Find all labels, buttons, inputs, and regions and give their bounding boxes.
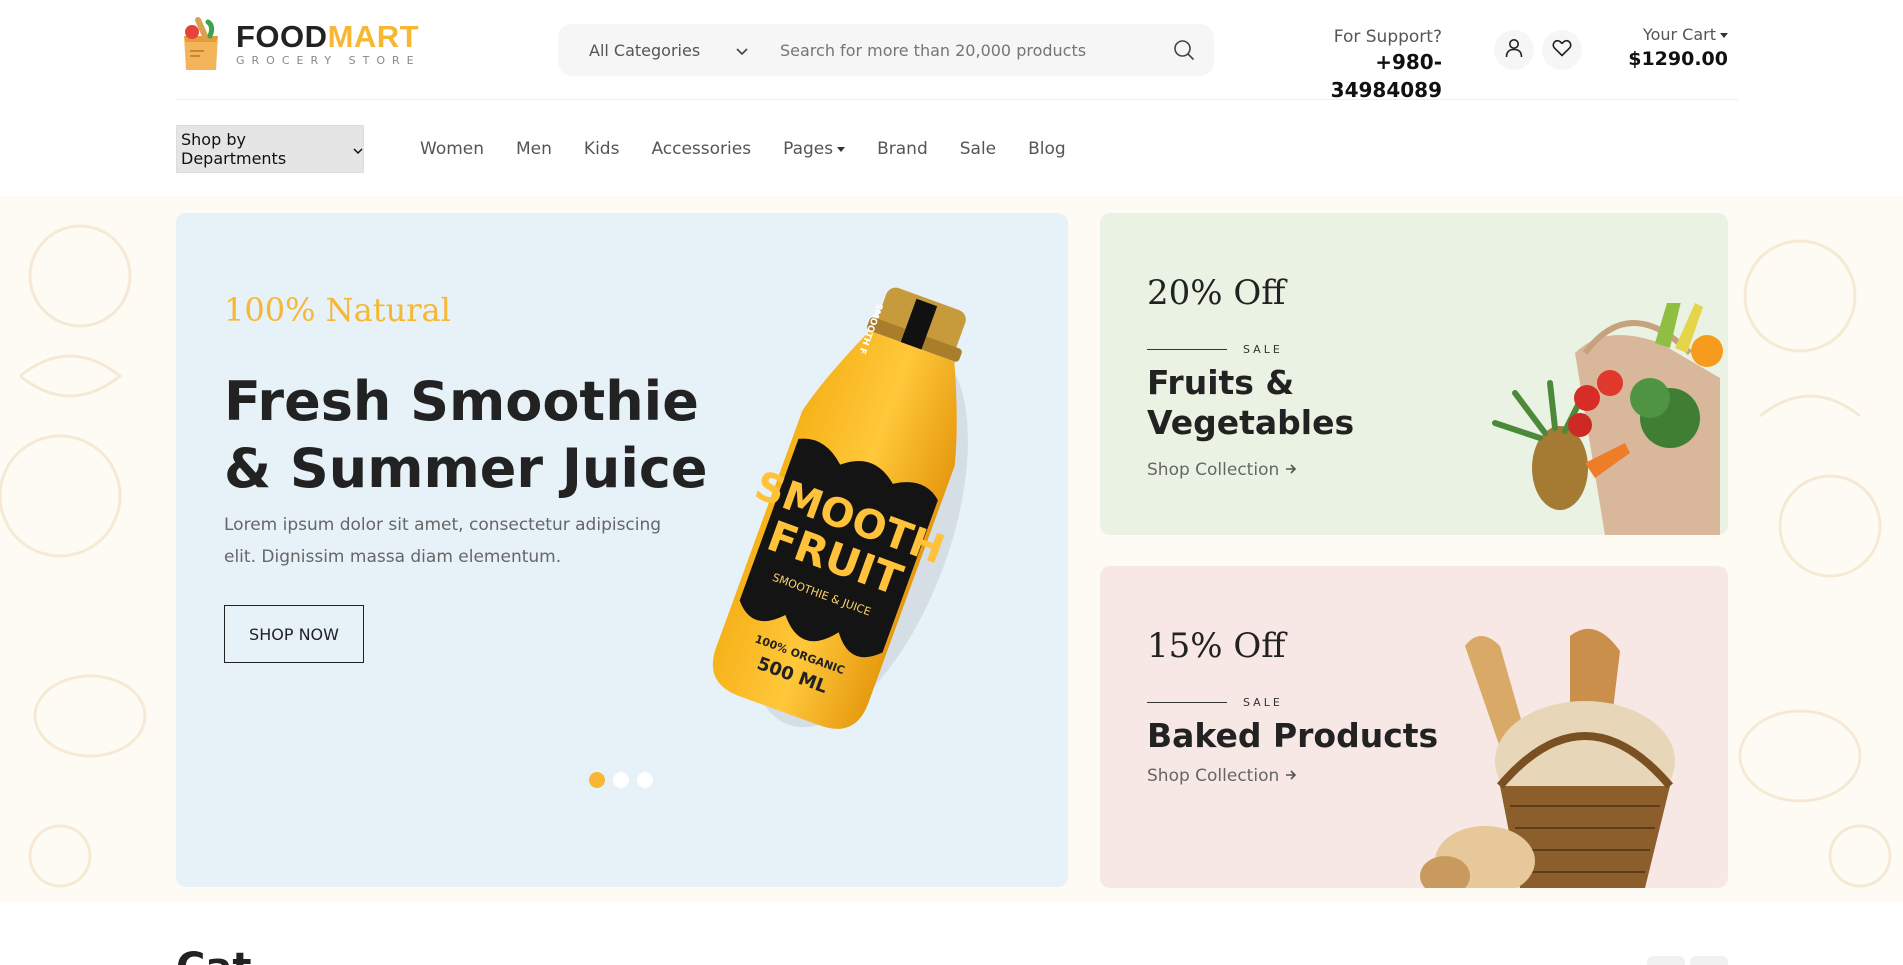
hero-tagline: 100% Natural xyxy=(224,291,451,329)
support-label: For Support? xyxy=(1333,27,1442,47)
promo-sale-label: SALE xyxy=(1243,696,1283,709)
slider-dot-2[interactable] xyxy=(613,772,629,788)
section-title: Cat xyxy=(176,948,251,965)
arrow-right-icon xyxy=(1285,766,1297,786)
bread-basket-image xyxy=(1420,606,1720,888)
promo-sale-row: SALE xyxy=(1147,343,1283,356)
carousel-prev-button[interactable] xyxy=(1647,956,1685,965)
account-button[interactable] xyxy=(1494,30,1534,70)
hero-slider: 100% Natural Fresh Smoothie & Summer Jui… xyxy=(176,213,1068,887)
promo-banner-fruits-vegetables: 20% Off SALE Fruits & Vegetables Shop Co… xyxy=(1100,213,1728,535)
chevron-down-icon xyxy=(736,41,748,60)
vegetable-bag-image xyxy=(1455,293,1725,535)
juice-bottle-image: SMOOTH FRUIT SMOOTHIE & JUICE 100% ORGAN… xyxy=(686,273,1016,743)
promo-title: Fruits & Vegetables xyxy=(1147,363,1355,442)
logo[interactable]: FOODMART GROCERY STORE xyxy=(178,14,423,74)
support-phone[interactable]: +980-34984089 xyxy=(1282,48,1442,104)
shop-collection-link[interactable]: Shop Collection xyxy=(1147,766,1297,786)
nav-link-kids[interactable]: Kids xyxy=(584,138,620,160)
slider-dot-1[interactable] xyxy=(589,772,605,788)
search-bar: All Categories xyxy=(558,24,1214,76)
nav-link-brand[interactable]: Brand xyxy=(877,138,928,160)
slider-dots xyxy=(589,772,661,788)
caret-down-icon xyxy=(1720,33,1728,38)
promo-banner-baked-products: 15% Off SALE Baked Products Shop Collect… xyxy=(1100,566,1728,888)
search-icon[interactable] xyxy=(1154,39,1214,61)
user-icon xyxy=(1504,38,1524,62)
promo-discount: 15% Off xyxy=(1147,626,1286,666)
slider-dot-3[interactable] xyxy=(637,772,653,788)
promo-title: Baked Products xyxy=(1147,716,1439,755)
support-info: For Support? +980-34984089 xyxy=(1282,26,1442,104)
promo-sale-row: SALE xyxy=(1147,696,1283,709)
departments-label: Shop by Departments xyxy=(181,130,287,168)
wishlist-button[interactable] xyxy=(1542,30,1582,70)
nav-link-women[interactable]: Women xyxy=(420,138,484,160)
nav-link-men[interactable]: Men xyxy=(516,138,552,160)
hero-headline: Fresh Smoothie & Summer Juice xyxy=(224,370,708,500)
nav-link-sale[interactable]: Sale xyxy=(960,138,996,160)
chevron-down-icon xyxy=(353,140,363,159)
category-select[interactable]: All Categories xyxy=(558,41,768,60)
arrow-right-icon xyxy=(1285,460,1297,480)
nav-links: Women Men Kids Accessories Pages Brand S… xyxy=(420,138,1098,160)
shop-collection-link[interactable]: Shop Collection xyxy=(1147,460,1297,480)
site-header: FOODMART GROCERY STORE All Categories Fo… xyxy=(0,0,1903,102)
hero-description: Lorem ipsum dolor sit amet, consectetur … xyxy=(224,515,662,567)
nav-link-pages[interactable]: Pages xyxy=(783,138,846,160)
category-select-label: All Categories xyxy=(589,40,701,60)
heart-icon xyxy=(1552,39,1572,61)
grocery-bag-icon xyxy=(178,16,224,72)
carousel-next-button[interactable] xyxy=(1690,956,1728,965)
cart-summary[interactable]: Your Cart $1290.00 xyxy=(1628,24,1728,72)
caret-down-icon xyxy=(837,146,846,152)
cart-label: Your Cart xyxy=(1628,24,1728,46)
logo-tagline: GROCERY STORE xyxy=(236,54,421,67)
nav-link-blog[interactable]: Blog xyxy=(1028,138,1066,160)
promo-sale-label: SALE xyxy=(1243,343,1283,356)
search-input[interactable] xyxy=(768,40,1154,60)
shop-now-button[interactable]: SHOP NOW xyxy=(224,605,364,663)
logo-name: FOODMART xyxy=(236,19,420,54)
main-nav: Shop by Departments Women Men Kids Acces… xyxy=(0,100,1903,196)
promo-discount: 20% Off xyxy=(1147,273,1286,313)
shop-by-departments-button[interactable]: Shop by Departments xyxy=(176,125,364,173)
nav-link-accessories[interactable]: Accessories xyxy=(651,138,751,160)
cart-total: $1290.00 xyxy=(1628,48,1728,70)
